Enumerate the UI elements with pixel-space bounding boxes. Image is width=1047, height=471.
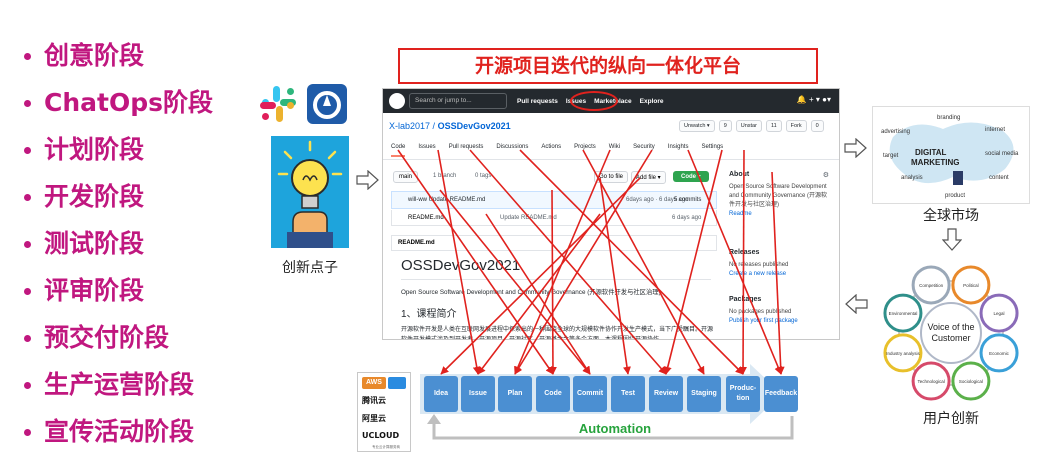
svg-text:target: target — [883, 153, 899, 159]
aliyun-logo: 阿里云 — [362, 414, 386, 423]
innovation-petal-label: Technological — [917, 379, 944, 384]
global-market-label: 全球市场 — [923, 208, 979, 224]
innovation-center-label: Voice of the — [927, 322, 974, 332]
arrow-down-icon — [942, 228, 962, 251]
innovation-center-label: Customer — [931, 333, 970, 343]
aws-logo: AWS — [362, 377, 386, 389]
mapping-arrow — [687, 149, 782, 375]
svg-text:content: content — [989, 175, 1009, 181]
arrow-left-icon — [845, 294, 868, 314]
svg-text:DIGITAL: DIGITAL — [915, 148, 947, 157]
mapping-arrow — [548, 189, 557, 375]
mapping-arrow — [771, 171, 785, 375]
svg-text:product: product — [945, 193, 965, 199]
innovation-petal-label: Legal — [994, 311, 1005, 316]
svg-text:branding: branding — [937, 115, 960, 121]
mapping-arrow — [739, 149, 748, 375]
digital-marketing-icon: DIGITAL MARKETING branding advertising i… — [881, 115, 1019, 199]
innovation-petal-label: Competition — [919, 283, 944, 288]
innovation-petal-label: Sociological — [959, 379, 983, 384]
user-innovation-label: 用户创新 — [923, 411, 979, 427]
azure-icon — [388, 377, 406, 389]
mapping-arrow — [439, 189, 591, 375]
tencent-cloud-logo: 腾讯云 — [362, 396, 386, 405]
ucloud-logo: UCLOUD — [362, 431, 400, 440]
mapping-arrow — [663, 149, 723, 375]
svg-text:analysis: analysis — [901, 175, 923, 181]
mapping-arrow — [440, 177, 641, 375]
cloud-providers: AWS 腾讯云 阿里云 UCLOUD 专业云计算服务商 — [357, 372, 411, 452]
innovation-petal-label: Industry analysis — [886, 351, 920, 356]
user-innovation-diagram: Political Legal Economic Sociological Techno… — [883, 265, 1019, 401]
svg-text:MARKETING: MARKETING — [911, 158, 959, 167]
svg-text:advertising: advertising — [881, 129, 910, 135]
mapping-arrow — [437, 149, 481, 375]
innovation-petal-label: Environmental — [889, 311, 918, 316]
arrow-right-icon — [844, 138, 867, 158]
global-market-image: DIGITAL MARKETING branding advertising i… — [872, 106, 1030, 204]
mapping-arrow — [477, 213, 601, 375]
svg-text:social media: social media — [985, 151, 1019, 157]
ucloud-tagline: 专业云计算服务商 — [372, 445, 400, 449]
innovation-petal-label: Political — [963, 283, 979, 288]
svg-text:internet: internet — [985, 127, 1005, 133]
innovation-petal-label: Economic — [989, 351, 1010, 356]
